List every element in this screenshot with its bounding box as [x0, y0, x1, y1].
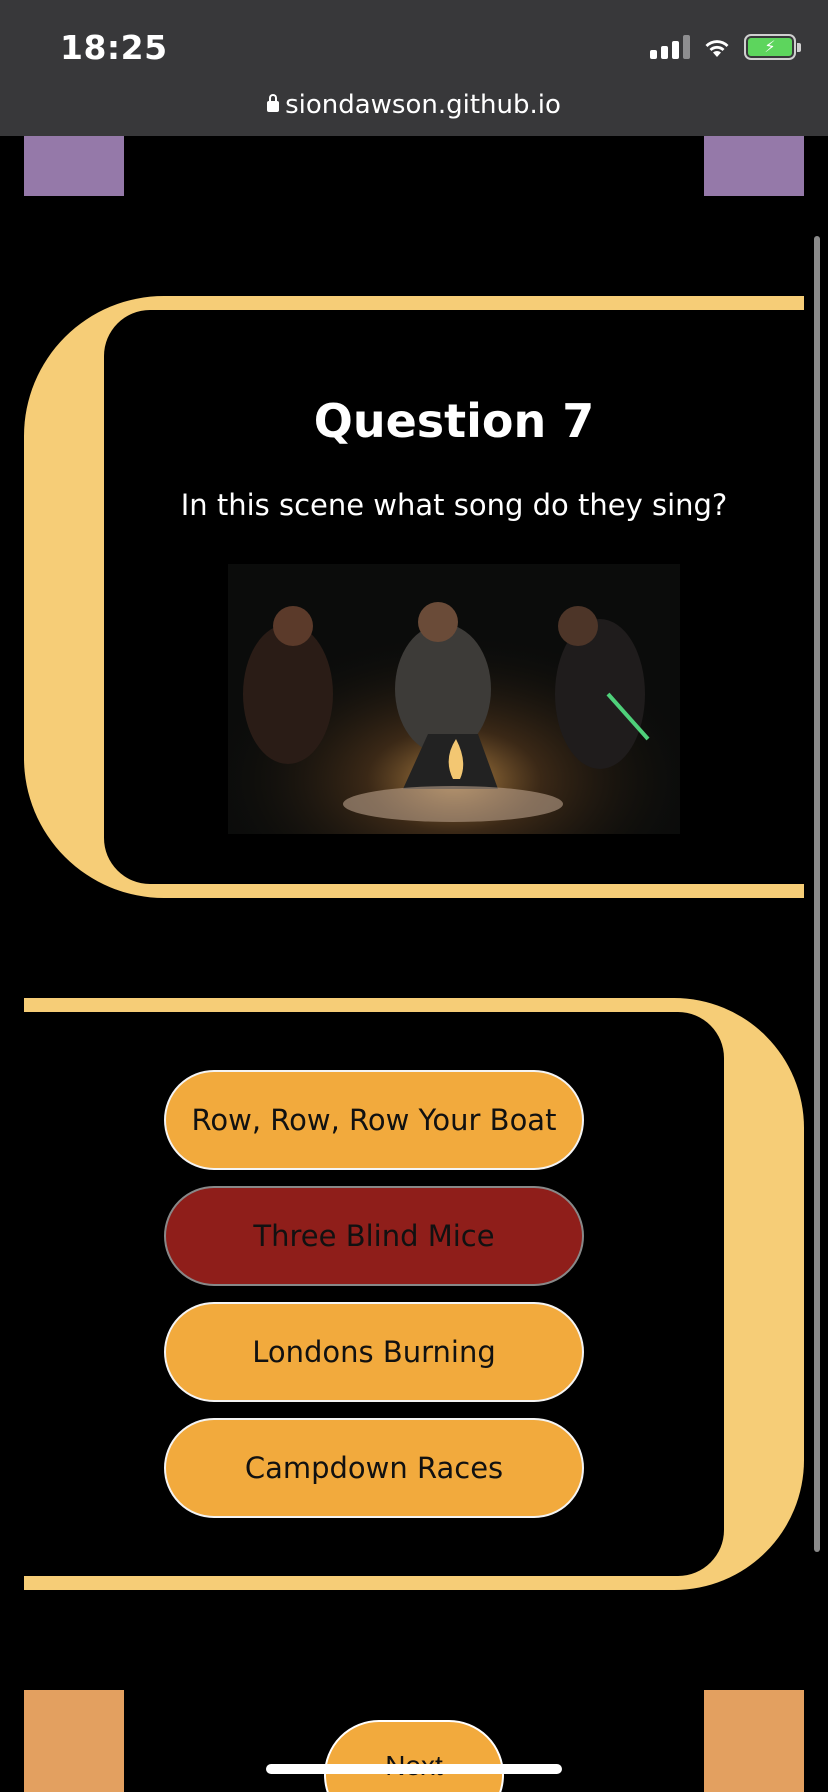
question-title: Question 7	[313, 394, 595, 448]
status-icons: ⚡	[650, 34, 801, 60]
answer-button-3[interactable]: Londons Burning	[164, 1302, 584, 1402]
clock: 18:25	[60, 28, 168, 67]
answer-button-1[interactable]: Row, Row, Row Your Boat	[164, 1070, 584, 1170]
screen: 18:25 ⚡ siondawson.github.io Question 7 …	[0, 0, 828, 1792]
scrollbar[interactable]	[814, 236, 820, 1552]
question-text: In this scene what song do they sing?	[180, 488, 728, 522]
decorative-block-bottom-right	[704, 1690, 804, 1792]
decorative-block-bottom-left	[24, 1690, 124, 1792]
decorative-block-top-right	[704, 136, 804, 196]
scene-image	[228, 564, 680, 834]
decorative-block-top-left	[24, 136, 124, 196]
answer-button-4[interactable]: Campdown Races	[164, 1418, 584, 1518]
answer-button-2[interactable]: Three Blind Mice	[164, 1186, 584, 1286]
status-bar: 18:25 ⚡ siondawson.github.io	[0, 0, 828, 136]
address-bar[interactable]: siondawson.github.io	[0, 90, 828, 120]
lock-icon	[267, 94, 280, 112]
url-text: siondawson.github.io	[285, 90, 561, 120]
battery-charging-icon: ⚡	[744, 34, 801, 60]
next-question-button[interactable]: Next Question	[324, 1720, 504, 1792]
home-indicator[interactable]	[266, 1764, 562, 1774]
wifi-icon	[705, 40, 729, 57]
signal-icon	[650, 35, 690, 59]
